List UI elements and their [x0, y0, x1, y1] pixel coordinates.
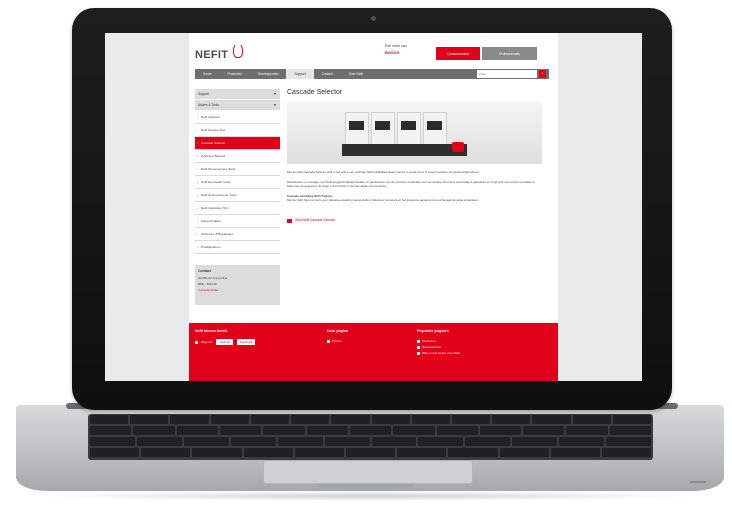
follow-label: Volg ons — [200, 340, 213, 344]
footer-social-row: Volg ons YouTube Facebook — [195, 339, 256, 345]
pump — [452, 142, 464, 152]
pipe-rack — [342, 144, 467, 156]
sidebar-item[interactable]: Nefit Adviseur — [195, 111, 280, 124]
search-icon[interactable]: › — [539, 70, 546, 78]
footer-heading: Nefit binnen bereik — [195, 329, 228, 333]
trackpad — [263, 460, 473, 484]
nav-contact[interactable]: Contact — [314, 69, 341, 79]
keyboard — [88, 414, 653, 460]
boiler-unit — [345, 112, 369, 146]
page-title: Cascade Selector — [287, 89, 343, 96]
sidebar: Support▾ Advies & Tools▾ Nefit Adviseur … — [195, 89, 280, 254]
camera-icon — [371, 16, 376, 21]
chevron-down-icon: ▾ — [273, 102, 276, 107]
footer-col-social: Nefit binnen bereik Volg ons YouTube Fac… — [195, 329, 256, 347]
boiler-unit — [423, 112, 447, 146]
sidebar-item[interactable]: Nefit Calculator Tool — [195, 202, 280, 215]
sidebar-item[interactable]: Nefit Service Tool — [195, 124, 280, 137]
footer-col-page: Deze pagina Printen — [327, 329, 348, 345]
main-content: Cascade Selector Met de Nefit Cascade Se… — [287, 89, 549, 223]
footer-link[interactable]: Producten — [417, 339, 460, 343]
select-label: Advies & Tools — [198, 103, 219, 107]
sidebar-item[interactable]: Praktijkvideo's — [195, 241, 280, 254]
facebook-button[interactable]: Facebook — [237, 339, 256, 345]
contact-title: Contact — [198, 269, 212, 273]
site-header: NEFIT Een merk van BOSCH Consumenten Pro… — [189, 33, 558, 69]
bosch-intro: Een merk van — [385, 44, 407, 48]
footer-heading: Deze pagina — [327, 329, 348, 333]
lid-notch — [318, 484, 414, 489]
intro-paragraph: Met de Nefit Cascade Selector stelt u ze… — [287, 170, 480, 174]
contact-form-link[interactable]: Contactformulier — [195, 287, 280, 293]
nav-home[interactable]: Home — [195, 69, 220, 79]
nav-about[interactable]: Over Nefit — [341, 69, 371, 79]
boiler-unit — [397, 112, 421, 146]
download-icon — [287, 218, 292, 223]
nav-support[interactable]: Support — [286, 69, 314, 79]
laptop-shadow — [30, 491, 706, 501]
professionals-button[interactable]: Professionals — [482, 47, 537, 60]
body-paragraph: Bouwkosten en montage, een Nefit program… — [287, 180, 535, 189]
contact-box: Contact Nefit/Bosch Supportline 0800 - 8… — [195, 265, 280, 305]
flame-icon — [233, 43, 243, 58]
footer-link[interactable]: Wat u moet weten over Nefit — [417, 351, 460, 355]
sidebar-item-active[interactable]: Cascade Selector — [195, 137, 280, 150]
laptop-screen: NEFIT Een merk van BOSCH Consumenten Pro… — [105, 33, 642, 381]
footer-col-popular: Populaire pagina's Producten Servicepunt… — [417, 329, 460, 357]
chevron-down-icon: ▾ — [273, 91, 276, 96]
web-page: NEFIT Een merk van BOSCH Consumenten Pro… — [189, 33, 558, 381]
site-footer: Nefit binnen bereik Volg ons YouTube Fac… — [189, 323, 558, 381]
bosch-logo[interactable]: BOSCH — [385, 50, 399, 55]
sidebar-select-section[interactable]: Support ▾ — [195, 89, 280, 99]
footer-heading: Populaire pagina's — [417, 329, 449, 333]
youtube-button[interactable]: YouTube — [216, 339, 234, 345]
sidebar-item[interactable]: Nefit Erp-toolkit Tools — [195, 176, 280, 189]
status-light — [690, 481, 706, 483]
consumers-button[interactable]: Consumenten — [436, 47, 480, 60]
section-paragraph: Met de Nefit TopLine kunt u een cascade-… — [287, 198, 480, 203]
select-label: Support — [198, 92, 210, 96]
search-input[interactable]: Zoek — [477, 70, 537, 78]
start-selector-label: Start Nefit Cascade Selector — [295, 218, 336, 223]
sidebar-item[interactable]: Schema's & Bepalingen — [195, 228, 280, 241]
nav-servicepoints[interactable]: Servicepunten — [250, 69, 286, 79]
print-link[interactable]: Printen — [327, 339, 348, 343]
sidebar-item[interactable]: Nefit Zonnecollector Tools — [195, 189, 280, 202]
sidebar-item[interactable]: Nefit Dimensionere Tools — [195, 163, 280, 176]
start-selector-link[interactable]: Start Nefit Cascade Selector — [287, 218, 549, 223]
hero-image — [287, 102, 542, 164]
sidebar-select-subsection[interactable]: Advies & Tools ▾ — [195, 100, 280, 110]
footer-link[interactable]: Servicepunten — [417, 345, 460, 349]
nefit-logo[interactable]: NEFIT — [195, 49, 228, 61]
sidebar-item[interactable]: Gasverbruiken — [195, 215, 280, 228]
boiler-unit — [371, 112, 395, 146]
nav-products[interactable]: Producten — [220, 69, 251, 79]
sidebar-item[interactable]: Adviezen Bekend — [195, 150, 280, 163]
